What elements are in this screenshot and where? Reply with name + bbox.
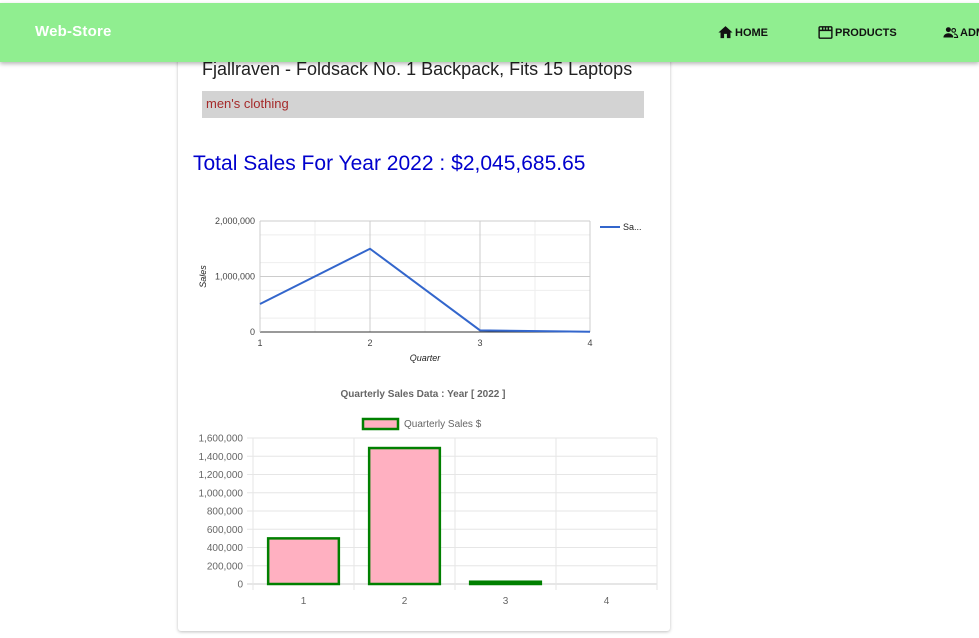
bar-chart-x-tick: 3 — [503, 596, 509, 607]
bar-chart-y-tick: 1,400,000 — [199, 452, 244, 463]
bar-chart-x-tick: 1 — [301, 596, 307, 607]
bar-chart-legend-swatch — [361, 417, 400, 431]
bar-chart-x-tick: 2 — [402, 596, 408, 607]
bar-chart-y-tick: 1,600,000 — [199, 434, 244, 445]
bar-chart-y-tick: 800,000 — [207, 507, 244, 518]
bar-chart-bar — [468, 580, 543, 586]
bar-chart-title: Quarterly Sales Data : Year [ 2022 ] — [341, 389, 506, 400]
bar-chart-legend-label: Quarterly Sales $ — [404, 419, 482, 430]
bar-chart-x-tick: 4 — [604, 596, 610, 607]
bar-chart-y-tick: 1,000,000 — [199, 488, 244, 499]
bar-chart-y-tick: 0 — [237, 580, 243, 591]
bar-chart-y-tick: 400,000 — [207, 543, 244, 554]
bar-chart-bar — [266, 537, 341, 586]
nav-products-label: PRODUCTS — [835, 26, 897, 39]
brand-logo[interactable]: Web-Store — [35, 23, 112, 40]
bar-chart-bar — [367, 446, 442, 586]
bar-chart-y-tick: 600,000 — [207, 525, 244, 536]
bar-chart-bars — [266, 446, 543, 586]
bar-chart-y-tick: 1,200,000 — [199, 470, 244, 481]
store-icon — [818, 26, 833, 39]
bar-chart: Quarterly Sales Data : Year [ 2022 ] 0 200… — [199, 389, 658, 607]
top-navbar: Web-Store HOME PRODUCTS ADM — [0, 3, 979, 62]
nav-products[interactable]: PRODUCTS — [817, 24, 897, 41]
home-icon — [718, 26, 733, 39]
nav-home[interactable]: HOME — [717, 24, 768, 41]
bar-chart-legend: Quarterly Sales $ — [361, 417, 482, 431]
nav-home-label: HOME — [735, 26, 768, 39]
nav-admin[interactable]: ADM — [942, 24, 979, 41]
bar-chart-y-tick: 200,000 — [207, 561, 244, 572]
users-icon — [943, 27, 959, 39]
nav-admin-label: ADM — [960, 26, 979, 39]
